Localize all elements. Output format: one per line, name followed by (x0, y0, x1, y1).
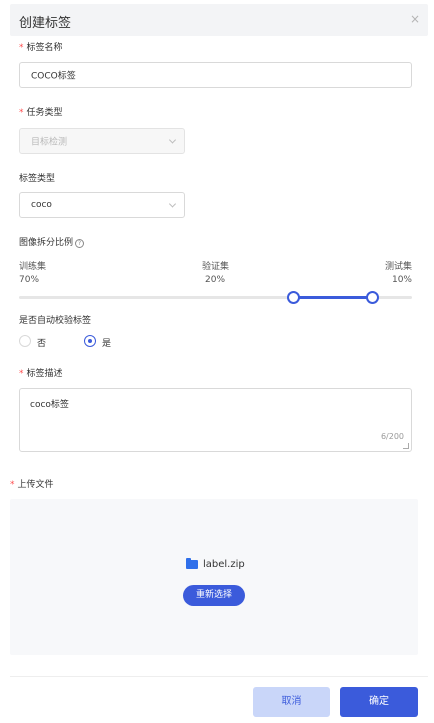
task-type-select[interactable]: 目标检测 (19, 128, 185, 154)
description-value: coco标签 (30, 400, 69, 410)
confirm-button[interactable]: 确定 (340, 687, 418, 717)
file-name: label.zip (203, 559, 245, 570)
help-circle-icon[interactable]: ? (75, 239, 85, 248)
char-count: 6/200 (380, 432, 404, 441)
required-mark: * (19, 369, 24, 379)
radio-no-label[interactable]: 否 (37, 336, 46, 349)
label-name-value: COCO标签 (31, 71, 76, 82)
label-name-label: * 标签名称 (19, 43, 63, 53)
label-type-label: 标签类型 (19, 174, 56, 184)
required-mark: * (10, 480, 15, 490)
task-type-label: * 任务类型 (19, 108, 63, 118)
reselect-button[interactable]: 重新选择 (183, 585, 245, 606)
dialog-title: 创建标签 (19, 16, 72, 31)
footer-divider (10, 676, 428, 677)
label-type-select[interactable]: coco (19, 192, 185, 218)
description-textarea[interactable]: coco标签 6/200 (19, 388, 412, 452)
split-slider-track (294, 296, 372, 299)
test-set-label: 测试集 (384, 262, 412, 272)
val-set-label: 验证集 (202, 262, 230, 272)
uploaded-file: label.zip (186, 558, 245, 570)
label-name-input[interactable]: COCO标签 (19, 62, 412, 88)
folder-icon (186, 558, 198, 569)
label-type-value: coco (31, 200, 52, 210)
task-type-value: 目标检测 (31, 137, 68, 148)
split-slider-handle-1[interactable] (287, 291, 300, 304)
radio-no[interactable] (19, 335, 31, 347)
split-slider-handle-2[interactable] (366, 291, 379, 304)
chevron-down-icon (168, 136, 177, 144)
close-icon[interactable]: × (410, 12, 420, 26)
required-mark: * (19, 108, 24, 118)
upload-label: * 上传文件 (10, 480, 54, 490)
required-mark: * (19, 43, 24, 53)
radio-yes[interactable] (84, 335, 96, 347)
cancel-button[interactable]: 取消 (253, 687, 330, 717)
auto-check-label: 是否自动校验标签 (19, 316, 92, 326)
test-set-percent: 10% (391, 275, 412, 285)
train-set-label: 训练集 (19, 262, 47, 272)
upload-area[interactable] (10, 499, 418, 655)
radio-yes-label[interactable]: 是 (102, 336, 111, 349)
split-ratio-label: 图像拆分比例? (19, 235, 85, 248)
val-set-percent: 20% (205, 275, 226, 285)
description-label: * 标签描述 (19, 369, 63, 379)
dialog-header: 创建标签 × (10, 4, 428, 36)
chevron-down-icon (168, 200, 177, 208)
train-set-percent: 70% (19, 275, 40, 285)
resize-handle-icon[interactable] (403, 443, 409, 449)
